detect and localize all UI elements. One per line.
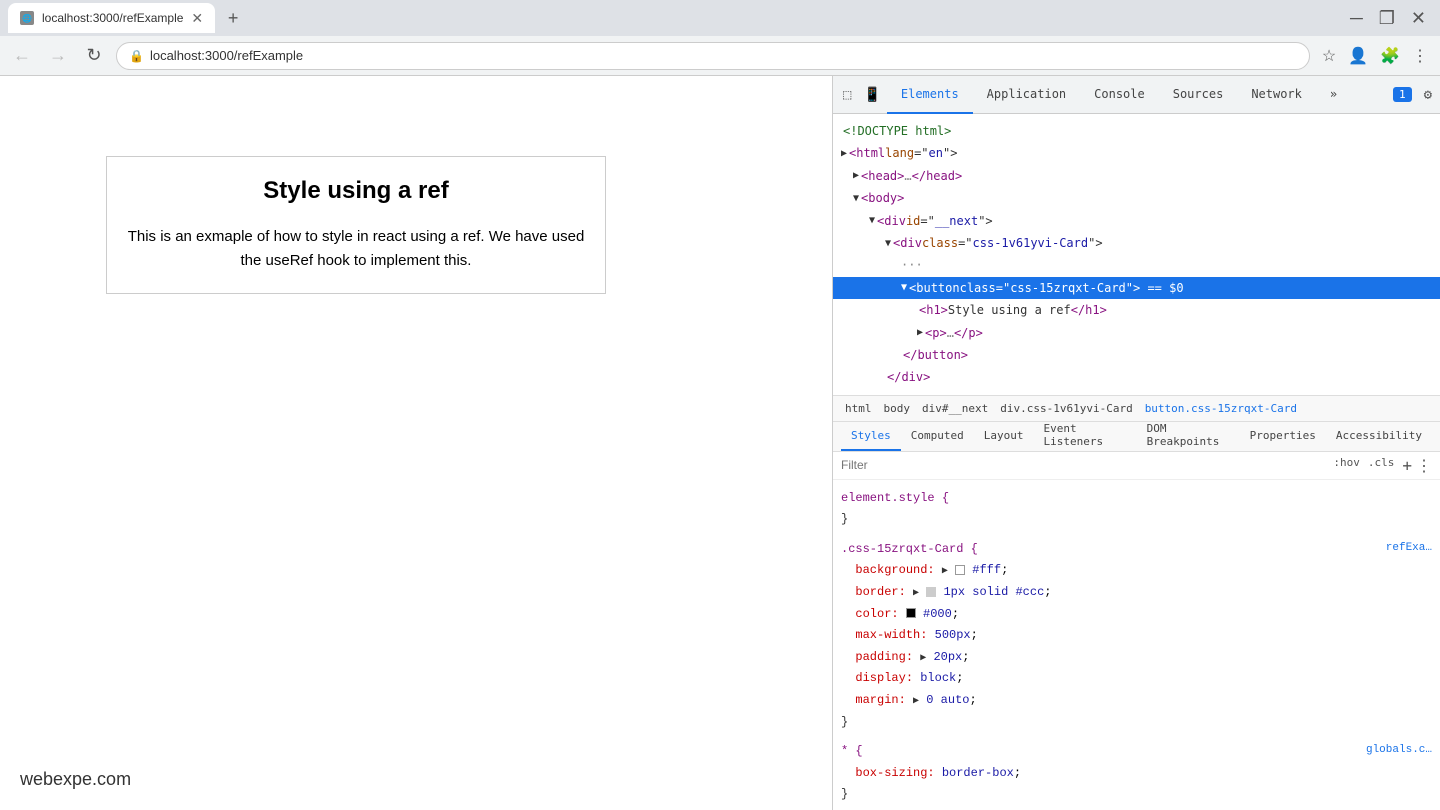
triangle-div-next[interactable] [869,212,875,229]
triangle-button[interactable] [901,279,907,296]
triangle-head[interactable] [853,167,859,184]
styles-filter: :hov .cls + ⋮ [833,452,1440,480]
toolbar-actions: ☆ 👤 🧩 ⋮ [1318,42,1432,70]
styles-tab-styles[interactable]: Styles [841,422,901,452]
demo-card: Style using a ref This is an exmaple of … [106,156,606,294]
cls-button[interactable]: .cls [1368,456,1395,475]
card-title: Style using a ref [127,177,585,205]
tab-more[interactable]: » [1316,76,1351,114]
add-style-button[interactable]: + [1402,456,1412,475]
tree-ellipsis: ··· [901,255,923,275]
breadcrumb-body[interactable]: body [880,400,915,417]
devtools-right-icons: 1 ⚙ [1393,85,1436,105]
styles-tab-properties[interactable]: Properties [1240,422,1326,452]
watermark: webexpe.com [20,769,131,790]
tree-div-close: </div> [833,366,1440,388]
tree-head[interactable]: <head>…</head> [833,165,1440,187]
filter-actions: :hov .cls + ⋮ [1333,456,1432,475]
tree-doctype: <!DOCTYPE html> [833,120,1440,142]
triangle-p[interactable] [917,324,923,341]
address-bar[interactable]: 🔒 localhost:3000/refExample [116,42,1310,70]
styles-tab-computed[interactable]: Computed [901,422,974,452]
reload-button[interactable]: ↻ [80,42,108,70]
style-rule-universal: * { globals.c… box-sizing: border-box; } [833,737,1440,810]
tab-close-button[interactable]: ✕ [191,10,203,27]
back-button[interactable]: ← [8,42,36,70]
forward-button[interactable]: → [44,42,72,70]
elements-tree: <!DOCTYPE html> <html lang="en"> <head>…… [833,114,1440,395]
browser-tab[interactable]: 🌐 localhost:3000/refExample ✕ [8,3,215,33]
swatch-background [955,565,965,575]
address-text: localhost:3000/refExample [150,48,303,63]
new-tab-button[interactable]: + [219,4,247,32]
breadcrumb-bar: html body div#__next div.css-1v61yvi-Car… [833,395,1440,422]
lock-icon: 🔒 [129,49,144,63]
main-area: Style using a ref This is an exmaple of … [0,76,1440,810]
tree-p[interactable]: <p>…</p> [833,322,1440,344]
tree-button-selected[interactable]: <button class="css-15zrqxt-Card"> == $0 [833,277,1440,299]
restore-button[interactable]: ❐ [1373,8,1401,29]
devtools-inspect-icon[interactable]: ⬚ [837,87,857,103]
swatch-border [926,587,936,597]
devtools-panel: ⬚ 📱 Elements Application Console Sources… [832,76,1440,810]
devtools-device-icon[interactable]: 📱 [857,87,886,103]
tree-body[interactable]: <body> [833,187,1440,209]
browser-titlebar: 🌐 localhost:3000/refExample ✕ + ─ ❐ ✕ [0,0,1440,36]
tree-html[interactable]: <html lang="en"> [833,142,1440,164]
tab-favicon: 🌐 [20,11,34,25]
style-rule-card: .css-15zrqxt-Card { refExa… background: … [833,535,1440,737]
window-controls: ─ ❐ ✕ [1344,8,1432,29]
tab-application[interactable]: Application [973,76,1080,114]
profile-icon[interactable]: 👤 [1344,42,1372,70]
tree-button-close: </button> [833,344,1440,366]
breadcrumb-div-next[interactable]: div#__next [918,400,992,417]
styles-tabs: Styles Computed Layout Event Listeners D… [833,422,1440,452]
swatch-color [906,608,916,618]
tree-h1[interactable]: <h1>Style using a ref</h1> [833,299,1440,321]
tab-console[interactable]: Console [1080,76,1159,114]
triangle-html[interactable] [841,145,847,162]
styles-panel: Styles Computed Layout Event Listeners D… [833,422,1440,810]
bookmark-icon[interactable]: ☆ [1318,42,1340,70]
devtools-tabs: ⬚ 📱 Elements Application Console Sources… [833,76,1440,114]
browser-toolbar: ← → ↻ 🔒 localhost:3000/refExample ☆ 👤 🧩 … [0,36,1440,76]
breadcrumb-div-card[interactable]: div.css-1v61yvi-Card [996,400,1136,417]
tree-div-card[interactable]: <div class="css-1v61yvi-Card"> [833,232,1440,254]
styles-tab-layout[interactable]: Layout [974,422,1034,452]
styles-tab-event-listeners[interactable]: Event Listeners [1033,422,1136,452]
breadcrumb-button[interactable]: button.css-15zrqxt-Card [1141,400,1301,417]
styles-filter-input[interactable] [841,458,1329,472]
tab-title: localhost:3000/refExample [42,11,183,25]
more-options-icon[interactable]: ⋮ [1416,456,1432,475]
tab-network[interactable]: Network [1237,76,1316,114]
triangle-body[interactable] [853,190,859,207]
hov-button[interactable]: :hov [1333,456,1360,475]
triangle-div-card[interactable] [885,235,891,252]
card-body: This is an exmaple of how to style in re… [127,225,585,273]
breadcrumb-html[interactable]: html [841,400,876,417]
devtools-settings-icon[interactable]: ⚙ [1420,85,1436,105]
style-rule-element: element.style { } [833,484,1440,535]
tab-elements[interactable]: Elements [887,76,973,114]
tree-dots: ··· [833,254,1440,276]
styles-tab-accessibility[interactable]: Accessibility [1326,422,1432,452]
tree-div-next[interactable]: <div id="__next"> [833,210,1440,232]
close-button[interactable]: ✕ [1405,8,1432,29]
page-content: Style using a ref This is an exmaple of … [0,76,832,810]
minimize-button[interactable]: ─ [1344,8,1369,29]
extensions-icon[interactable]: 🧩 [1376,42,1404,70]
styles-content: element.style { } .css-15zrqxt-Card { re… [833,480,1440,810]
styles-tab-dom-breakpoints[interactable]: DOM Breakpoints [1137,422,1240,452]
doctype-text: <!DOCTYPE html> [843,121,951,141]
menu-icon[interactable]: ⋮ [1408,42,1432,70]
tab-sources[interactable]: Sources [1159,76,1238,114]
console-badge: 1 [1393,87,1412,102]
